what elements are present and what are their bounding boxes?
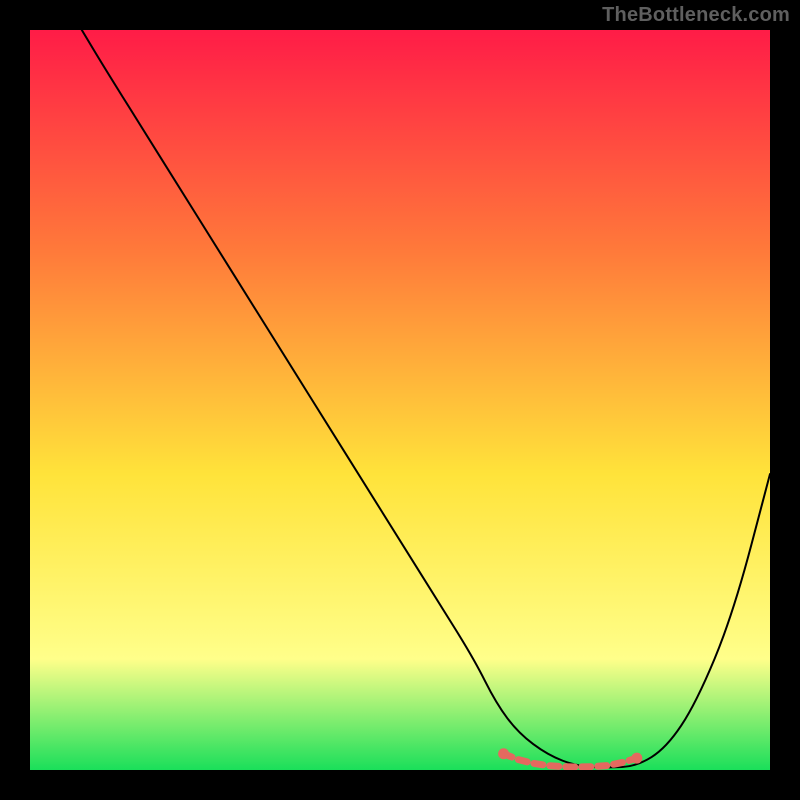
optimal-range-endpoint [498,748,509,759]
chart-svg [30,30,770,770]
plot-area [30,30,770,770]
chart-stage: TheBottleneck.com [0,0,800,800]
gradient-background [30,30,770,770]
optimal-range-endpoint [631,753,642,764]
watermark-text: TheBottleneck.com [602,4,790,27]
